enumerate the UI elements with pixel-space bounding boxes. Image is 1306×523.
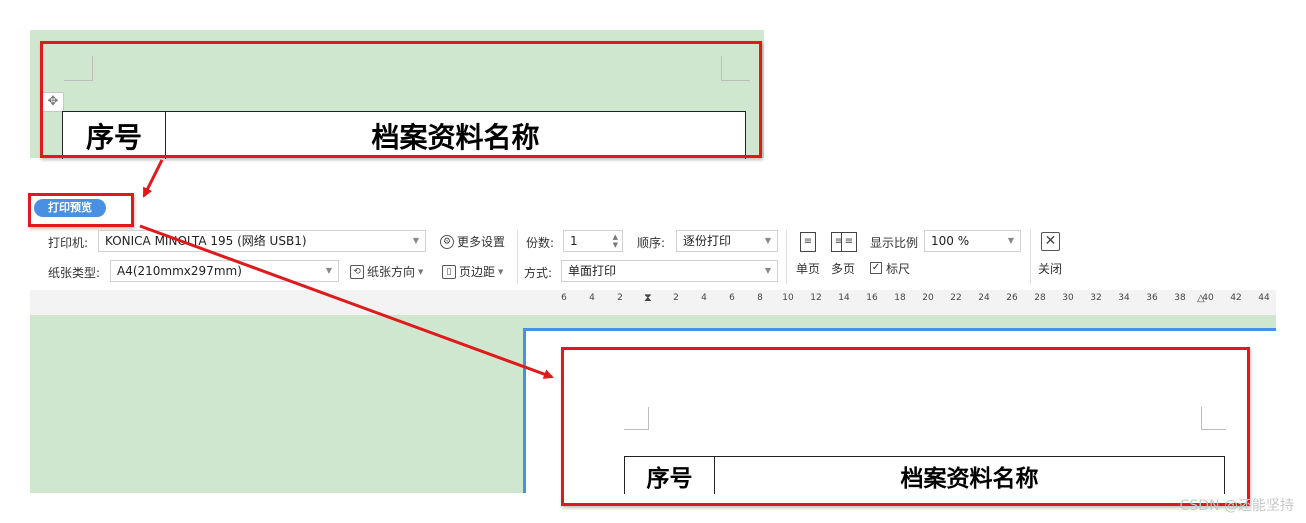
arrow-doc-to-preview-tab (142, 159, 164, 198)
arrow-tab-to-preview-page (139, 224, 554, 379)
annotation-arrows (139, 159, 554, 379)
watermark: CSDN @还能坚持 (1179, 498, 1294, 514)
